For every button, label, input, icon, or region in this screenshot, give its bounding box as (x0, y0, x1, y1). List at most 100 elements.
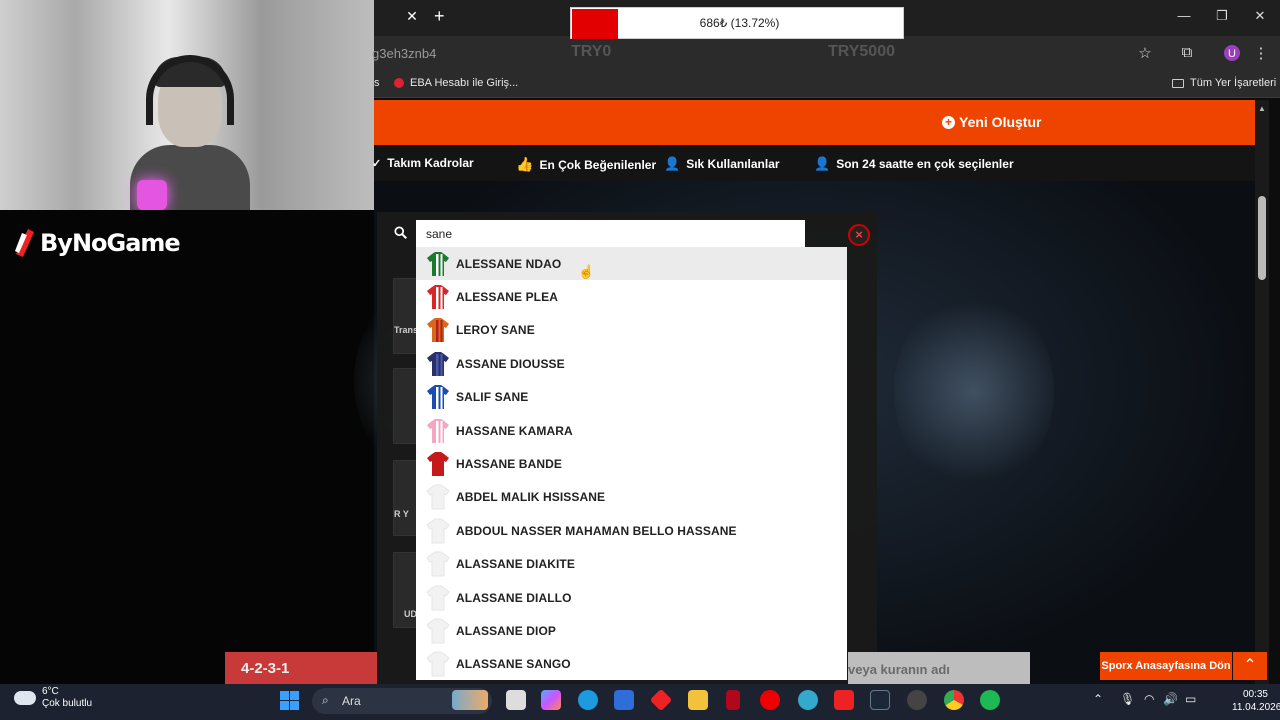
all-bookmarks[interactable]: Tüm Yer İşaretleri (1172, 77, 1276, 89)
folder-explorer-icon[interactable] (688, 690, 708, 710)
nav-frequently-used[interactable]: 👤 Sık Kullanılanlar (664, 156, 780, 172)
search-result-item[interactable]: ALASSANE DIOP (416, 614, 847, 647)
search-result-label: ALASSANE DIALLO (456, 590, 572, 605)
side-tile-transfer[interactable]: Trans (393, 278, 419, 354)
search-result-label: SALIF SANE (456, 390, 529, 405)
donation-min-label: TRY0 (571, 43, 612, 60)
obs-icon[interactable] (907, 690, 927, 710)
search-result-item[interactable]: ALESSANE PLEA (416, 280, 847, 313)
scroll-top-button[interactable]: ⌃ (1233, 652, 1267, 680)
jersey-icon (426, 251, 450, 277)
tray-expand-icon[interactable]: ⌃ (1093, 692, 1103, 706)
taskbar-search-label: Ara (342, 694, 361, 708)
page-scrollbar[interactable] (1255, 100, 1269, 684)
close-tab-icon[interactable]: ✕ (404, 8, 420, 26)
browser-menu-icon[interactable]: ⋮ (1252, 44, 1270, 62)
maximize-icon[interactable]: ❐ (1214, 8, 1230, 24)
battery-icon[interactable]: ▭ (1185, 692, 1196, 706)
header-bar (374, 100, 1255, 145)
search-result-item[interactable]: SALIF SANE (416, 381, 847, 414)
search-result-item[interactable]: ALASSANE DIAKITE (416, 548, 847, 581)
steam-icon[interactable] (870, 690, 890, 710)
clock-time: 00:35 (1242, 689, 1268, 700)
nav-label: Takım Kadrolar (387, 156, 474, 170)
new-create-label: Yeni Oluştur (959, 114, 1042, 130)
side-tile[interactable] (393, 368, 417, 444)
start-icon[interactable] (280, 691, 299, 710)
profile-avatar-icon[interactable]: U (1224, 45, 1240, 61)
extensions-icon[interactable]: ⧉ (1178, 44, 1196, 62)
file-icon[interactable] (506, 690, 526, 710)
search-result-label: ALESSANE PLEA (456, 290, 558, 305)
search-result-item[interactable]: ABDEL MALIK HSISSANE (416, 481, 847, 514)
jersey-icon (426, 618, 450, 644)
search-result-label: HASSANE KAMARA (456, 423, 573, 438)
search-result-item[interactable]: ALESSANE NDAO (416, 247, 847, 281)
jersey-icon (426, 284, 450, 310)
chrome-icon[interactable] (944, 690, 964, 710)
opera-icon[interactable] (760, 690, 780, 710)
edge-icon[interactable] (578, 690, 598, 710)
nav-most-liked[interactable]: 👍 En Çok Beğenilenler (516, 156, 656, 173)
search-result-item[interactable]: ABDOUL NASSER MAHAMAN BELLO HASSANE (416, 514, 847, 547)
spotify-icon[interactable] (980, 690, 1000, 710)
minimize-icon[interactable]: — (1176, 8, 1192, 23)
search-result-item[interactable]: HASSANE KAMARA (416, 414, 847, 447)
wifi-icon[interactable]: ◠ (1144, 692, 1154, 706)
copilot-icon[interactable] (541, 690, 561, 710)
jersey-icon (426, 484, 450, 510)
news-widget-icon[interactable] (452, 690, 488, 710)
search-result-item[interactable]: ALASSANE SANGO (416, 648, 847, 680)
bynogame-logo: ByNoGame (14, 228, 181, 258)
brand-text: ByNoGame (40, 229, 181, 257)
donation-max-label: TRY5000 (828, 43, 895, 60)
nav-team-rosters[interactable]: ✓ Takım Kadrolar (372, 156, 474, 170)
jersey-icon (426, 351, 450, 377)
search-result-item[interactable]: LEROY SANE (416, 314, 847, 347)
formation-select[interactable]: 4-2-3-1 (225, 652, 377, 684)
jersey-icon (426, 418, 450, 444)
netflix-icon[interactable] (726, 690, 740, 710)
scrollbar-thumb[interactable] (1258, 196, 1266, 280)
sporx-home-button[interactable]: Sporx Anasayfasına Dön (1100, 652, 1232, 680)
search-result-item[interactable]: ASSANE DIOUSSE (416, 347, 847, 380)
search-result-label: ASSANE DIOUSSE (456, 356, 565, 371)
url-text[interactable]: g3eh3znb4 (372, 46, 436, 61)
search-icon: ⌕ (322, 693, 329, 707)
jersey-icon (426, 651, 450, 677)
new-create-button[interactable]: + Yeni Oluştur (942, 114, 1041, 130)
side-tile-ud[interactable]: UD (393, 552, 417, 628)
search-result-label: ALASSANE DIOP (456, 623, 556, 638)
store-icon[interactable] (614, 690, 634, 710)
lamp (137, 180, 167, 210)
scroll-up-icon[interactable]: ▲ (1258, 104, 1266, 113)
nav-label: Son 24 saatte en çok seçilenler (836, 157, 1014, 171)
window-close-icon[interactable]: ✕ (1252, 8, 1268, 24)
search-icon[interactable] (394, 226, 410, 242)
nav-label: En Çok Beğenilenler (539, 157, 657, 172)
bookmark-cut[interactable]: s (374, 77, 380, 89)
app-icon[interactable] (798, 690, 818, 710)
volume-icon[interactable]: 🔊 (1163, 692, 1178, 706)
youtube-icon[interactable] (834, 690, 854, 710)
team-name-input[interactable]: veya kuranın adı (848, 652, 1030, 684)
side-tile-label: Trans (394, 325, 419, 335)
bynogame-logo-icon (14, 228, 36, 258)
weather-widget[interactable]: 6°C Çok bulutlu (14, 686, 92, 710)
eba-icon (394, 78, 404, 88)
search-result-item[interactable]: HASSANE BANDE (416, 447, 847, 480)
search-results-dropdown: ALESSANE NDAO ALESSANE PLEA LEROY SANE ASSA… (416, 247, 847, 680)
clock[interactable]: 00:35 11.04.2026 (1232, 688, 1280, 714)
mic-icon[interactable]: 🎙 (1120, 692, 1135, 706)
player-search-input[interactable] (416, 220, 805, 247)
user-plus-icon: 👤 (814, 156, 831, 171)
bookmark-star-icon[interactable]: ☆ (1136, 44, 1154, 62)
nav-last-24h[interactable]: 👤 Son 24 saatte en çok seçilenler (814, 156, 1014, 172)
close-modal-icon[interactable]: × (848, 224, 870, 246)
search-result-label: ALESSANE NDAO (456, 256, 562, 271)
side-tile-r[interactable]: R Y (393, 460, 417, 536)
bookmark-eba[interactable]: EBA Hesabı ile Giriş... (394, 77, 518, 89)
search-result-item[interactable]: ALASSANE DIALLO (416, 581, 847, 614)
search-result-label: HASSANE BANDE (456, 457, 562, 472)
new-tab-icon[interactable]: + (434, 6, 450, 26)
